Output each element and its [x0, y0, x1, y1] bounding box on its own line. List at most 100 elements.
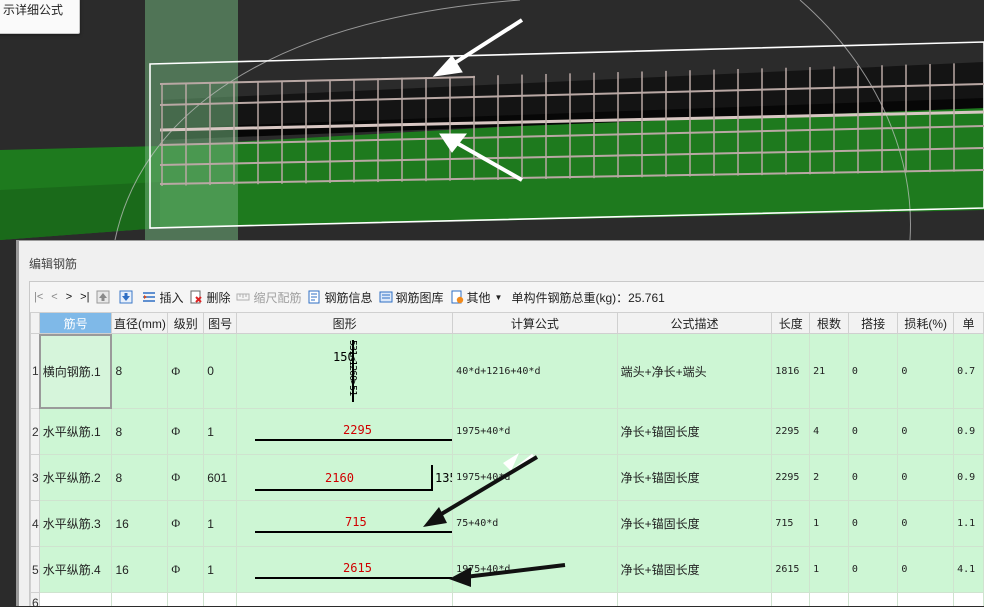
count-cell[interactable]	[809, 592, 849, 606]
loss-cell[interactable]: 0	[897, 500, 955, 547]
move-down-button[interactable]	[116, 286, 139, 308]
loss-cell[interactable]: 0	[897, 408, 955, 455]
table-row[interactable]: 2 水平纵筋.1 8 Φ 1 2295 1975+40*d 净长+锚固长度 22…	[30, 408, 984, 455]
col-grade-header[interactable]: 级别	[167, 312, 205, 334]
lap-cell[interactable]	[847, 592, 899, 606]
unit-weight-cell[interactable]	[953, 592, 984, 606]
loss-cell[interactable]	[897, 592, 955, 606]
prev-record-button[interactable]: <	[47, 286, 61, 308]
desc-cell[interactable]: 净长+锚固长度	[616, 546, 773, 593]
loss-cell[interactable]: 0	[897, 454, 955, 501]
grade-cell[interactable]: Φ	[167, 333, 205, 409]
grade-cell[interactable]: Φ	[167, 546, 205, 593]
formula-cell[interactable]: 40*d+1216+40*d	[452, 333, 618, 409]
shape-cell[interactable]: 150 531<1260>51	[236, 333, 454, 409]
desc-cell[interactable]: 端头+净长+端头	[616, 333, 773, 409]
unit-weight-cell[interactable]: 0.9	[953, 454, 984, 501]
bar-no-cell[interactable]: 横向钢筋.1	[38, 333, 113, 409]
length-cell[interactable]: 715	[771, 500, 811, 547]
unit-weight-cell[interactable]: 1.1	[953, 500, 984, 547]
lap-cell[interactable]: 0	[847, 500, 899, 547]
length-cell[interactable]: 2295	[771, 454, 811, 501]
lap-cell[interactable]: 0	[847, 408, 899, 455]
table-row[interactable]: 5 水平纵筋.4 16 Φ 1 2615 1975+40*d 净长+锚固长度 2…	[30, 546, 984, 593]
diameter-cell[interactable]: 16	[111, 500, 169, 547]
desc-cell[interactable]: 净长+锚固长度	[616, 500, 773, 547]
table-row[interactable]: 1 横向钢筋.1 8 Φ 0 150 531<1260>51 40*d+1216…	[30, 333, 984, 409]
length-cell[interactable]	[771, 592, 811, 606]
formula-cell[interactable]: 75+40*d	[452, 500, 618, 547]
length-cell[interactable]: 2615	[771, 546, 811, 593]
desc-cell[interactable]: 净长+锚固长度	[616, 408, 773, 455]
shape-cell[interactable]: 2615	[236, 546, 454, 593]
lap-cell[interactable]: 0	[847, 454, 899, 501]
rebar-table-container[interactable]: 筋号 直径(mm) 级别 图号 图形 计算公式 公式描述 长度 根数 搭接 损耗…	[30, 312, 984, 606]
rebar-info-button[interactable]: 钢筋信息	[304, 286, 375, 308]
count-cell[interactable]: 21	[809, 333, 849, 409]
grade-cell[interactable]: Φ	[167, 454, 205, 501]
lap-cell[interactable]: 0	[847, 333, 899, 409]
table-row[interactable]: 4 水平纵筋.3 16 Φ 1 715 75+40*d 净长+锚固长度 715 …	[30, 500, 984, 547]
formula-cell[interactable]: 1975+40*d	[452, 408, 618, 455]
3d-viewport[interactable]: 示详细公式	[0, 0, 984, 240]
count-cell[interactable]: 1	[809, 500, 849, 547]
delete-button[interactable]: 删除	[186, 286, 233, 308]
table-row[interactable]: 3 水平纵筋.2 8 Φ 601 2160 135 1975+40*d 净长+锚…	[30, 454, 984, 501]
loss-cell[interactable]: 0	[897, 546, 955, 593]
grade-cell[interactable]	[167, 592, 205, 606]
rebar-library-button[interactable]: 钢筋图库	[376, 286, 447, 308]
diameter-cell[interactable]: 16	[111, 546, 169, 593]
insert-button[interactable]: 插入	[139, 286, 186, 308]
diameter-cell[interactable]: 8	[111, 408, 169, 455]
diameter-cell[interactable]: 8	[111, 454, 169, 501]
unit-weight-cell[interactable]: 0.9	[953, 408, 984, 455]
col-fig-no-header[interactable]: 图号	[203, 312, 238, 334]
diameter-cell[interactable]	[111, 592, 169, 606]
length-cell[interactable]: 2295	[771, 408, 811, 455]
move-up-button[interactable]	[93, 286, 116, 308]
length-cell[interactable]: 1816	[771, 333, 811, 409]
next-record-button[interactable]: >	[62, 286, 76, 308]
grade-cell[interactable]: Φ	[167, 408, 205, 455]
bar-no-cell[interactable]: 水平纵筋.2	[38, 454, 113, 501]
formula-cell[interactable]	[452, 592, 618, 606]
col-length-header[interactable]: 长度	[771, 312, 811, 334]
shape-cell[interactable]: 715	[236, 500, 454, 547]
fig-no-cell[interactable]: 1	[203, 500, 238, 547]
shape-cell[interactable]: 2160 135	[236, 454, 454, 501]
scale-rebar-button[interactable]: 缩尺配筋	[233, 286, 304, 308]
bar-no-cell[interactable]: 水平纵筋.3	[38, 500, 113, 547]
first-record-button[interactable]: |<	[30, 286, 47, 308]
col-formula-header[interactable]: 计算公式	[452, 312, 618, 334]
shape-cell[interactable]: 2295	[236, 408, 454, 455]
formula-cell[interactable]: 1975+40*d	[452, 454, 618, 501]
fig-no-cell[interactable]: 0	[203, 333, 238, 409]
fig-no-cell[interactable]: 1	[203, 546, 238, 593]
bar-no-cell[interactable]: 水平纵筋.4	[38, 546, 113, 593]
other-menu-button[interactable]: 其他 ▼	[447, 286, 506, 308]
fig-no-cell[interactable]: 1	[203, 408, 238, 455]
lap-cell[interactable]: 0	[847, 546, 899, 593]
col-desc-header[interactable]: 公式描述	[616, 312, 773, 334]
table-row[interactable]: 6	[30, 592, 984, 606]
bar-no-cell[interactable]: 水平纵筋.1	[38, 408, 113, 455]
fig-no-cell[interactable]: 601	[203, 454, 238, 501]
col-count-header[interactable]: 根数	[809, 312, 849, 334]
diameter-cell[interactable]: 8	[111, 333, 169, 409]
loss-cell[interactable]: 0	[897, 333, 955, 409]
col-unit-weight-header[interactable]: 单	[953, 312, 984, 334]
formula-cell[interactable]: 1975+40*d	[452, 546, 618, 593]
count-cell[interactable]: 1	[809, 546, 849, 593]
col-lap-header[interactable]: 搭接	[847, 312, 899, 334]
col-loss-header[interactable]: 损耗(%)	[897, 312, 955, 334]
bar-no-cell[interactable]	[38, 592, 113, 606]
unit-weight-cell[interactable]: 4.1	[953, 546, 984, 593]
count-cell[interactable]: 2	[809, 454, 849, 501]
grade-cell[interactable]: Φ	[167, 500, 205, 547]
unit-weight-cell[interactable]: 0.7	[953, 333, 984, 409]
count-cell[interactable]: 4	[809, 408, 849, 455]
shape-cell[interactable]	[236, 592, 454, 606]
fig-no-cell[interactable]	[203, 592, 238, 606]
col-shape-header[interactable]: 图形	[236, 312, 454, 334]
desc-cell[interactable]: 净长+锚固长度	[616, 454, 773, 501]
